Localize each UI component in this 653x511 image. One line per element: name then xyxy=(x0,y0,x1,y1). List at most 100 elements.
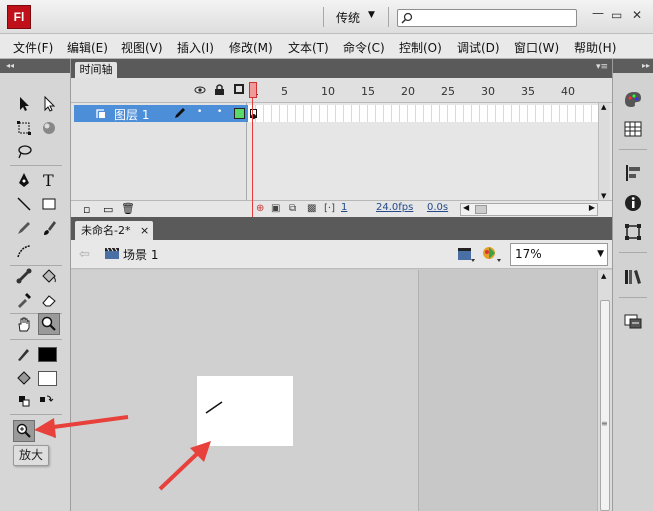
menu-view[interactable]: 视图(V) xyxy=(121,39,163,56)
scroll-thumb[interactable] xyxy=(475,205,487,214)
hand-tool-icon[interactable] xyxy=(13,313,35,335)
pencil-tool-icon[interactable] xyxy=(13,217,35,239)
back-arrow-icon[interactable]: ⇦ xyxy=(79,247,90,262)
layer-name[interactable]: 图层 1 xyxy=(114,106,149,123)
elapsed-time[interactable]: 0.0s xyxy=(427,202,448,213)
selection-tool-icon[interactable] xyxy=(13,93,35,115)
timeline-vertical-scrollbar[interactable]: ▲ ▼ xyxy=(598,103,610,200)
zoom-select[interactable]: 17% ▼ xyxy=(510,243,608,266)
divider xyxy=(619,149,647,150)
brush-tool-icon[interactable] xyxy=(38,217,60,239)
modify-markers-icon[interactable]: [·] xyxy=(324,203,335,214)
new-folder-icon[interactable]: ▭ xyxy=(103,203,113,216)
panel-menu-icon[interactable]: ▾≡ xyxy=(596,62,608,72)
onion-skin-icon[interactable]: ▣ xyxy=(271,203,280,214)
black-white-icon[interactable] xyxy=(13,390,35,412)
fill-color-icon[interactable] xyxy=(13,367,35,389)
paint-bucket-tool-icon[interactable] xyxy=(38,265,60,287)
menu-control[interactable]: 控制(O) xyxy=(399,39,442,56)
stroke-color-swatch[interactable] xyxy=(38,347,57,362)
drawn-line[interactable] xyxy=(205,400,225,414)
scroll-thumb[interactable]: ≡ xyxy=(600,300,610,511)
divider xyxy=(10,165,62,166)
swatches-grid-icon[interactable] xyxy=(622,118,644,140)
search-input[interactable] xyxy=(397,9,577,27)
playhead[interactable] xyxy=(249,82,257,98)
scroll-down-icon[interactable]: ▼ xyxy=(601,192,606,200)
line-tool-icon[interactable] xyxy=(13,193,35,215)
menu-edit[interactable]: 编辑(E) xyxy=(67,39,108,56)
align-icon[interactable] xyxy=(622,162,644,184)
menu-window[interactable]: 窗口(W) xyxy=(514,39,559,56)
pen-tool-icon[interactable] xyxy=(13,169,35,191)
layer-outline-color[interactable] xyxy=(234,108,245,119)
menu-debug[interactable]: 调试(D) xyxy=(457,39,500,56)
free-transform-tool-icon[interactable] xyxy=(13,117,35,139)
scroll-up-icon[interactable]: ▲ xyxy=(601,272,606,280)
layer-row[interactable]: 图层 1 • • xyxy=(74,105,248,122)
stage-vertical-scrollbar[interactable]: ▲ ≡ xyxy=(597,270,612,511)
scroll-right-icon[interactable]: ▶ xyxy=(589,203,595,212)
menu-text[interactable]: 文本(T) xyxy=(288,39,329,56)
scroll-up-icon[interactable]: ▲ xyxy=(601,103,606,111)
3d-rotation-tool-icon[interactable] xyxy=(38,117,60,139)
components-icon[interactable] xyxy=(622,310,644,332)
menu-modify[interactable]: 修改(M) xyxy=(229,39,273,56)
fill-color-swatch[interactable] xyxy=(38,371,57,386)
workspace-switcher[interactable]: 传统 xyxy=(336,9,360,26)
close-icon[interactable]: × xyxy=(140,221,149,240)
visibility-dot[interactable]: • xyxy=(197,107,202,117)
onion-outline-icon[interactable]: ⧉ xyxy=(289,203,296,214)
timeline-panel: 1 5 10 15 20 25 30 35 40 图层 1 • • ▲ ▼ ▫ … xyxy=(71,78,612,217)
tab-document[interactable]: 未命名-2* × xyxy=(75,221,153,240)
menu-file[interactable]: 文件(F) xyxy=(13,39,53,56)
timeline-header: 1 5 10 15 20 25 30 35 40 xyxy=(71,78,612,103)
lock-dot[interactable]: • xyxy=(217,107,222,117)
zoom-tool-icon[interactable] xyxy=(38,313,60,335)
eye-icon[interactable] xyxy=(194,84,206,96)
lock-icon[interactable] xyxy=(214,83,225,96)
restore-button[interactable]: ▭ xyxy=(611,8,622,22)
library-icon[interactable] xyxy=(622,266,644,288)
right-dock-header[interactable]: ▸▸ xyxy=(613,59,653,73)
rectangle-tool-icon[interactable] xyxy=(38,193,60,215)
center-frame-icon[interactable]: ⊕ xyxy=(256,203,264,214)
edit-multiple-frames-icon[interactable]: ▩ xyxy=(307,203,316,214)
scroll-left-icon[interactable]: ◀ xyxy=(463,203,469,212)
current-frame[interactable]: 1 xyxy=(341,202,347,213)
zoom-out-option-icon[interactable] xyxy=(38,420,60,442)
new-layer-icon[interactable]: ▫ xyxy=(83,203,90,216)
lasso-tool-icon[interactable] xyxy=(13,141,35,163)
menu-help[interactable]: 帮助(H) xyxy=(574,39,616,56)
chevron-down-icon[interactable]: ▼ xyxy=(368,10,375,20)
close-window-button[interactable]: ✕ xyxy=(632,8,642,22)
tools-panel-header[interactable]: ◂◂ xyxy=(0,59,70,73)
menu-insert[interactable]: 插入(I) xyxy=(177,39,214,56)
frame-grid[interactable] xyxy=(248,105,598,122)
stroke-color-icon[interactable] xyxy=(13,343,35,365)
bone-tool-icon[interactable] xyxy=(13,265,35,287)
edit-symbols-icon[interactable] xyxy=(481,244,503,264)
chevron-down-icon[interactable]: ▼ xyxy=(597,244,604,265)
deco-tool-icon[interactable] xyxy=(13,241,35,263)
eyedropper-tool-icon[interactable] xyxy=(13,289,35,311)
minimize-button[interactable]: — xyxy=(592,6,604,20)
subselection-tool-icon[interactable] xyxy=(38,93,60,115)
color-palette-icon[interactable] xyxy=(622,88,644,110)
eraser-tool-icon[interactable] xyxy=(38,289,60,311)
transform-icon[interactable] xyxy=(622,221,644,243)
timeline-status-bar: ▫ ▭ 🗑 ⊕ ▣ ⧉ ▩ [·] 1 24.0fps 0.0s ◀ ▶ xyxy=(71,200,612,217)
swap-colors-icon[interactable] xyxy=(34,390,56,412)
edit-scene-icon[interactable] xyxy=(456,245,476,263)
pasteboard[interactable] xyxy=(71,270,597,511)
tab-timeline[interactable]: 时间轴 xyxy=(75,62,117,78)
delete-layer-icon[interactable]: 🗑 xyxy=(121,202,135,215)
zoom-in-option-icon[interactable] xyxy=(13,420,35,442)
menu-commands[interactable]: 命令(C) xyxy=(343,39,385,56)
frame-rate[interactable]: 24.0fps xyxy=(376,202,413,213)
text-tool-icon[interactable]: T xyxy=(38,169,60,191)
stage[interactable] xyxy=(197,376,293,446)
timeline-horizontal-scrollbar[interactable]: ◀ ▶ xyxy=(460,203,598,216)
info-icon[interactable] xyxy=(622,192,644,214)
outline-icon[interactable] xyxy=(234,84,244,94)
